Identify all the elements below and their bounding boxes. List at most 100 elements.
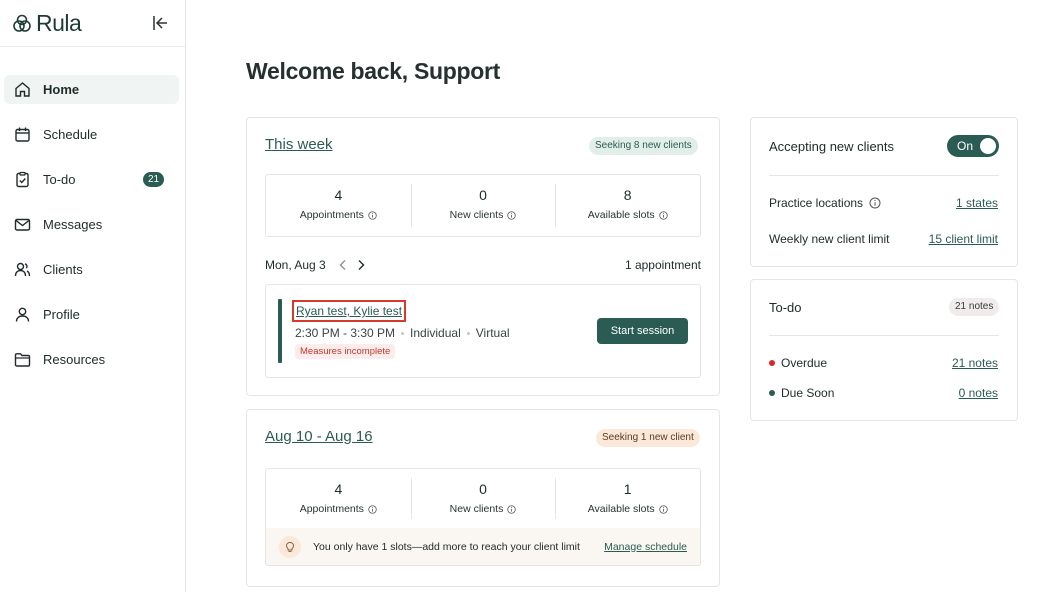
- sidebar-item-schedule[interactable]: Schedule: [4, 120, 179, 149]
- row-label: Due Soon: [781, 386, 835, 400]
- chevron-right-icon[interactable]: [356, 259, 366, 271]
- stat-label: Appointments: [299, 209, 364, 221]
- due-soon-dot: [769, 390, 775, 396]
- stat-label: Available slots: [587, 209, 655, 221]
- toggle-label: On: [957, 139, 974, 153]
- manage-schedule-link[interactable]: Manage schedule: [604, 541, 687, 553]
- next-week-stats: 4 Appointments 0 New clients 1 Available…: [265, 468, 701, 529]
- collapse-left-icon: [153, 16, 167, 30]
- day-navigator: Mon, Aug 3 1 appointment: [265, 256, 701, 274]
- todo-count-badge: 21: [143, 172, 164, 187]
- rula-logo[interactable]: Rula: [12, 10, 82, 37]
- slots-hint-banner: You only have 1 slots—add more to reach …: [265, 528, 701, 566]
- toggle-knob: [980, 138, 996, 154]
- sidebar-item-label: Profile: [43, 307, 80, 322]
- weekly-limit-label: Weekly new client limit: [769, 232, 889, 246]
- mail-icon: [13, 216, 31, 234]
- seeking-clients-pill: Seeking 8 new clients: [589, 137, 698, 155]
- sidebar-item-clients[interactable]: Clients: [4, 255, 179, 284]
- practice-locations-label: Practice locations: [769, 196, 881, 210]
- stat-value: 0: [479, 187, 487, 203]
- appointment-type: Individual: [410, 326, 461, 340]
- stat-new-clients: 0 New clients: [410, 469, 556, 528]
- sidebar-item-label: Resources: [43, 352, 106, 367]
- stat-label: Appointments: [299, 503, 364, 515]
- stat-label: Available slots: [587, 503, 655, 515]
- stat-caption: Appointments: [266, 209, 411, 221]
- overdue-dot: [769, 360, 775, 366]
- stat-appointments: 4 Appointments: [266, 175, 411, 236]
- info-icon[interactable]: [869, 197, 881, 209]
- stat-new-clients: 0 New clients: [410, 175, 556, 236]
- info-icon[interactable]: [507, 504, 517, 514]
- separator-dot: [401, 331, 405, 335]
- calendar-icon: [13, 126, 31, 144]
- practice-locations-link[interactable]: 1 states: [956, 196, 998, 210]
- appointment-card: Ryan test, Kylie test 2:30 PM - 3:30 PM …: [265, 284, 701, 378]
- stat-value: 8: [623, 187, 632, 203]
- user-icon: [13, 306, 31, 324]
- clipboard-check-icon: [13, 171, 31, 189]
- sidebar-item-label: To-do: [43, 172, 76, 187]
- accepting-clients-title: Accepting new clients: [769, 139, 895, 154]
- info-icon[interactable]: [658, 504, 668, 514]
- stat-value: 1: [623, 481, 632, 497]
- overdue-label: Overdue: [769, 356, 827, 370]
- appointment-meta: 2:30 PM - 3:30 PM Individual Virtual: [295, 326, 510, 340]
- accepting-clients-toggle[interactable]: On: [947, 135, 999, 157]
- stat-caption: Available slots: [555, 503, 700, 515]
- row-label: Practice locations: [769, 196, 864, 210]
- stat-value: 4: [334, 481, 343, 497]
- stat-caption: Available slots: [555, 209, 700, 221]
- page-title: Welcome back, Support: [246, 58, 501, 84]
- overdue-notes-link[interactable]: 21 notes: [952, 356, 998, 370]
- this-week-stats: 4 Appointments 0 New clients 8 Available…: [265, 174, 701, 237]
- info-icon[interactable]: [368, 504, 377, 514]
- sidebar-item-label: Schedule: [43, 127, 98, 142]
- sidebar-item-label: Clients: [43, 262, 83, 277]
- logo-text: Rula: [36, 10, 82, 36]
- stat-available-slots: 8 Available slots: [555, 175, 700, 236]
- stat-appointments: 4 Appointments: [266, 469, 411, 528]
- this-week-link[interactable]: This week: [265, 136, 333, 153]
- stat-value: 0: [479, 481, 487, 497]
- collapse-sidebar-button[interactable]: [151, 14, 169, 32]
- sidebar-item-home[interactable]: Home: [4, 75, 179, 104]
- info-icon[interactable]: [658, 210, 668, 220]
- home-icon: [13, 81, 31, 99]
- stat-available-slots: 1 Available slots: [555, 469, 700, 528]
- hint-text: You only have 1 slots—add more to reach …: [313, 540, 580, 553]
- next-week-link[interactable]: Aug 10 - Aug 16: [265, 428, 373, 445]
- row-label: Weekly new client limit: [769, 232, 890, 246]
- due-soon-label: Due Soon: [769, 386, 834, 400]
- sidebar-item-todo[interactable]: To-do 21: [4, 165, 179, 194]
- measures-incomplete-badge: Measures incomplete: [295, 344, 396, 359]
- row-label: Overdue: [781, 356, 828, 370]
- rula-logo-icon: [13, 14, 31, 32]
- stat-label: New clients: [449, 209, 504, 221]
- stat-caption: New clients: [411, 503, 556, 515]
- divider: [769, 335, 999, 336]
- stat-label: New clients: [449, 503, 504, 515]
- day-arrows: [338, 259, 366, 271]
- info-icon[interactable]: [507, 210, 517, 220]
- appointment-client-names-link[interactable]: Ryan test, Kylie test: [292, 300, 407, 322]
- todo-notes-pill: 21 notes: [949, 298, 1000, 316]
- start-session-button[interactable]: Start session: [597, 318, 688, 344]
- folder-icon: [13, 351, 31, 369]
- chevron-left-icon[interactable]: [338, 259, 348, 271]
- due-soon-notes-link[interactable]: 0 notes: [959, 386, 998, 400]
- stat-value: 4: [334, 187, 343, 203]
- sidebar-item-messages[interactable]: Messages: [4, 210, 179, 239]
- info-icon[interactable]: [368, 210, 377, 220]
- sidebar-item-profile[interactable]: Profile: [4, 300, 179, 329]
- todo-title: To-do: [769, 300, 802, 315]
- sidebar-nav: Home Schedule To-do 21 Messages Clients …: [4, 75, 179, 390]
- separator-dot: [466, 331, 470, 335]
- sidebar-header: Rula: [0, 0, 185, 47]
- appointment-count: 1 appointment: [624, 258, 701, 272]
- weekly-limit-link[interactable]: 15 client limit: [929, 232, 998, 246]
- users-icon: [13, 261, 31, 279]
- current-date: Mon, Aug 3: [265, 258, 326, 272]
- sidebar-item-resources[interactable]: Resources: [4, 345, 179, 374]
